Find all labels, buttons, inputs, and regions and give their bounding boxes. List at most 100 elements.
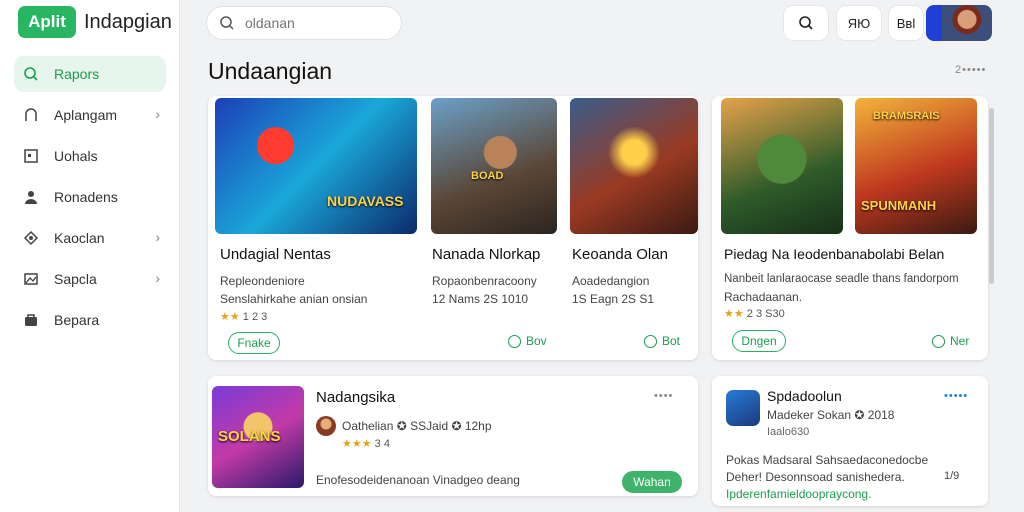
game-card: Spdadoolun Madeker Sokan ✪ 2018 Iaalo630… xyxy=(712,376,988,506)
game-card: SOLANS Nadangsika Oathelian ✪ SSJaid ✪ 1… xyxy=(208,376,698,496)
search-bar[interactable] xyxy=(206,6,402,40)
square-icon xyxy=(22,147,40,165)
sidebar-item-label: Aplangam xyxy=(54,107,118,123)
rating-value: 1 2 3 xyxy=(242,311,268,323)
section-more-button[interactable]: 2••••• xyxy=(955,64,986,76)
circle-icon xyxy=(932,334,945,348)
bov-label: Bov xyxy=(526,334,547,348)
game-meta: 12 Nams 2S 1010 xyxy=(432,292,529,306)
avatar-accent xyxy=(926,5,942,41)
page-count: 1/9 xyxy=(944,470,960,482)
game-description: Pokas Madsaral Sahsaedaconedocbe xyxy=(726,453,929,467)
scrollbar[interactable] xyxy=(989,108,994,284)
sidebar-item-bepara[interactable]: Bepara xyxy=(14,302,166,338)
rating-value: 2 3 S30 xyxy=(746,308,785,320)
game-thumbnail[interactable]: SOLANS xyxy=(212,386,304,488)
dngen-button[interactable]: Dngen xyxy=(732,330,786,352)
game-subtitle: Repleondeniore xyxy=(220,274,305,288)
star-icon: ★★★ xyxy=(342,438,372,450)
sidebar-item-rapors[interactable]: Rapors xyxy=(14,56,166,92)
rating: ★★ 1 2 3 xyxy=(220,310,267,323)
ner-button[interactable]: Ner xyxy=(932,334,969,348)
search-input[interactable] xyxy=(245,15,395,31)
game-title[interactable]: Undagial Nentas xyxy=(220,246,331,263)
sidebar: Aplit Indapgian Rapors Aplangam › Uohals xyxy=(0,0,180,512)
game-art-title: SOLANS xyxy=(218,428,281,445)
game-subtitle: Iaalo630 xyxy=(767,426,810,438)
fnake-button[interactable]: Fnake xyxy=(228,332,280,354)
search-button[interactable] xyxy=(783,5,829,41)
circle-icon xyxy=(508,334,521,348)
bot-label: Bot xyxy=(662,334,681,348)
game-description: Rachadaanan. xyxy=(724,290,803,304)
game-thumbnail[interactable] xyxy=(570,98,698,234)
game-title[interactable]: Keoanda Olan xyxy=(572,246,668,263)
game-meta: Oathelian ✪ SSJaid ✪ 12hp xyxy=(342,419,492,433)
sidebar-item-ronadens[interactable]: Ronadens xyxy=(14,179,166,215)
search-icon xyxy=(219,15,235,31)
game-subtitle: Ropaonbenracoony xyxy=(432,274,537,288)
game-art-title: BRAMSRAIS xyxy=(873,110,940,122)
bell-icon xyxy=(22,106,40,124)
game-description: Nanbeit lanlaraocase seadle thans fandor… xyxy=(724,273,959,285)
game-description: Deher! Desonnsoad sanishedera. xyxy=(726,470,905,484)
tag-icon xyxy=(22,229,40,247)
app-icon[interactable] xyxy=(726,390,760,426)
game-art-title: SPUNMANH xyxy=(861,198,937,213)
sidebar-item-kaoclan[interactable]: Kaoclan › xyxy=(14,220,166,256)
game-meta: Madeker Sokan ✪ 2018 xyxy=(767,408,895,422)
game-title[interactable]: Nadangsika xyxy=(316,389,395,406)
ner-label: Ner xyxy=(950,334,970,348)
bot-button[interactable]: Bot xyxy=(644,334,680,348)
featured-card-group: NUDAVASS Undagial Nentas Repleondeniore … xyxy=(208,96,698,360)
game-link[interactable]: Ipderenfamieldoopraycong. xyxy=(726,487,871,501)
search-icon xyxy=(22,65,40,83)
star-icon: ★★ xyxy=(220,311,240,323)
chevron-right-icon: › xyxy=(155,270,160,286)
user-icon xyxy=(22,188,40,206)
install-button[interactable]: Wahan xyxy=(622,471,682,493)
app-logo: Aplit xyxy=(18,6,76,38)
bov-button[interactable]: Bov xyxy=(508,334,547,348)
sidebar-item-label: Kaoclan xyxy=(54,230,105,246)
search-icon xyxy=(799,16,813,30)
more-options-button[interactable]: •••• xyxy=(654,390,673,402)
star-icon: ★★ xyxy=(724,308,744,320)
section-title: Undaangian xyxy=(208,58,333,84)
rating: ★★ 2 3 S30 xyxy=(724,307,785,320)
sidebar-item-label: Rapors xyxy=(54,66,100,82)
rating: ★★★ 3 4 xyxy=(342,437,390,450)
sidebar-item-label: Uohals xyxy=(54,148,98,164)
avatar xyxy=(942,5,992,41)
more-options-button[interactable]: ••••• xyxy=(944,390,968,402)
developer-avatar xyxy=(316,416,336,436)
chevron-right-icon: › xyxy=(155,106,160,122)
game-meta: 1S Eagn 2S S1 xyxy=(572,292,655,306)
sidebar-item-sapcla[interactable]: Sapcla › xyxy=(14,261,166,297)
game-thumbnail[interactable]: BRAMSRAIS SPUNMANH xyxy=(855,98,977,234)
app-name: Indapgian xyxy=(84,10,172,33)
game-card: BRAMSRAIS SPUNMANH Piedag Na Ieodenbanab… xyxy=(712,96,988,360)
sidebar-nav: Rapors Aplangam › Uohals Ronadens Kaocla… xyxy=(14,56,166,343)
header-button-3[interactable]: Ввl xyxy=(888,5,924,41)
image-icon xyxy=(22,270,40,288)
user-avatar[interactable] xyxy=(926,5,992,41)
game-thumbnail[interactable]: BOAD xyxy=(431,98,557,234)
game-thumbnail[interactable]: NUDAVASS xyxy=(215,98,417,234)
sidebar-item-aplangam[interactable]: Aplangam › xyxy=(14,97,166,133)
sidebar-item-uohals[interactable]: Uohals xyxy=(14,138,166,174)
game-subtitle: Aoadedangion xyxy=(572,274,650,288)
rating-value: 3 4 xyxy=(374,438,390,450)
game-title[interactable]: Piedag Na Ieodenbanabolabi Belan xyxy=(724,246,944,262)
brand[interactable]: Aplit Indapgian xyxy=(18,5,172,39)
game-description: Senslahirkahe anian onsian xyxy=(220,292,368,306)
game-art-title: BOAD xyxy=(471,170,504,182)
circle-icon xyxy=(644,334,657,348)
game-title[interactable]: Spdadoolun xyxy=(767,388,842,404)
header-button-2[interactable]: ЯЮ xyxy=(836,5,882,41)
game-thumbnail[interactable] xyxy=(721,98,843,234)
sidebar-item-label: Ronadens xyxy=(54,189,118,205)
game-title[interactable]: Nanada Nlorkap xyxy=(432,246,540,263)
chevron-right-icon: › xyxy=(155,229,160,245)
game-description: Enofesodeidenanoan Vinadgeo deang xyxy=(316,473,520,487)
